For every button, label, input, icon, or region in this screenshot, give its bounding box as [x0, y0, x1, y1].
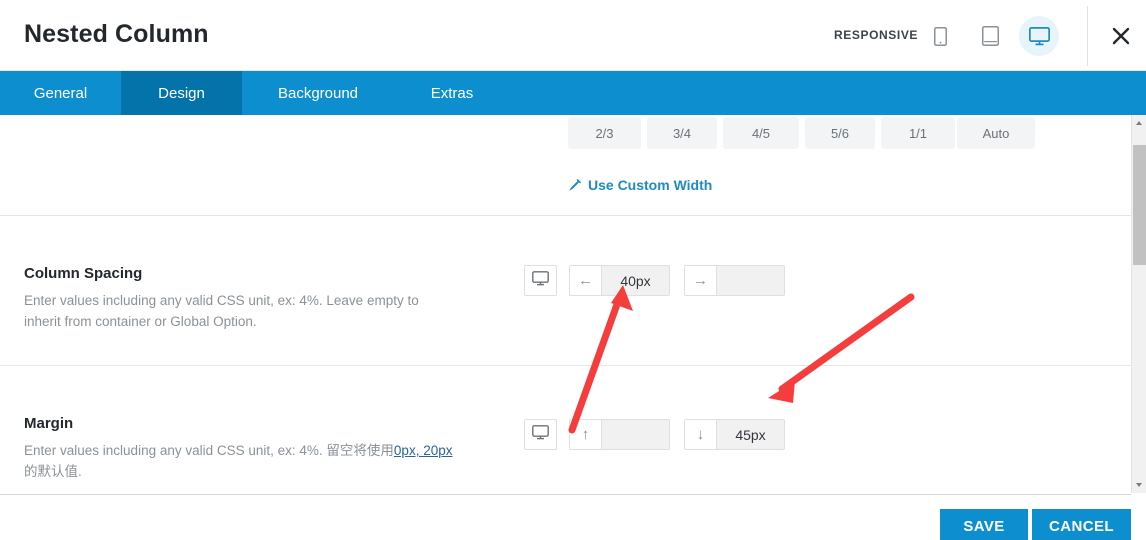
margin-description-text: Enter values including any valid CSS uni… [24, 443, 394, 458]
modal-footer: SAVE CANCEL [0, 494, 1131, 540]
mobile-view-button[interactable] [920, 16, 960, 56]
responsive-label: RESPONSIVE [834, 28, 919, 42]
desktop-icon [1028, 26, 1050, 46]
width-preset-4-5-label: 4/5 [751, 125, 771, 141]
tablet-icon [981, 26, 999, 46]
column-spacing-right-input[interactable] [717, 266, 784, 295]
tab-background-label: Background [277, 84, 359, 102]
arrow-right-icon: → [685, 266, 717, 295]
section-column-spacing: Column Spacing Enter values including an… [0, 215, 1131, 355]
column-spacing-description: Enter values including any valid CSS uni… [24, 293, 419, 329]
width-preset-5-6[interactable]: 5/6 [805, 117, 875, 149]
width-preset-3-4-label: 3/4 [672, 125, 692, 141]
width-preset-1-1-label: 1/1 [908, 125, 928, 141]
modal-header: Nested Column RESPONSIVE [0, 0, 1146, 71]
tab-design-label: Design [158, 84, 205, 102]
column-spacing-left-input[interactable] [602, 266, 669, 295]
mobile-icon [933, 26, 947, 46]
tab-bar: General Design Background Extras [0, 71, 1146, 126]
use-custom-width-link[interactable]: Use Custom Width [568, 177, 712, 193]
scroll-up-arrow-icon[interactable] [1136, 121, 1142, 125]
desktop-icon [532, 424, 549, 445]
tab-extras[interactable]: Extras [394, 71, 510, 115]
desktop-view-button[interactable] [1019, 16, 1059, 56]
width-preset-auto-label: Auto [982, 125, 1010, 141]
margin-default-value-link[interactable]: 0px, 20px [394, 443, 453, 458]
use-custom-width-label: Use Custom Width [588, 177, 713, 193]
scroll-down-arrow-icon[interactable] [1136, 483, 1142, 487]
column-spacing-left-field: ← [569, 265, 670, 296]
save-button[interactable]: SAVE [940, 509, 1028, 540]
tab-design[interactable]: Design [121, 71, 242, 115]
width-preset-1-1[interactable]: 1/1 [881, 117, 955, 149]
desktop-icon [532, 270, 549, 291]
width-preset-3-4[interactable]: 3/4 [647, 117, 717, 149]
tablet-view-button[interactable] [970, 16, 1010, 56]
width-preset-2-3-label: 2/3 [595, 125, 614, 141]
margin-description: Enter values including any valid CSS uni… [24, 440, 454, 482]
pencil-icon [568, 178, 581, 192]
arrow-up-icon: ↑ [570, 420, 602, 449]
column-spacing-label: Column Spacing [24, 265, 143, 282]
page-title: Nested Column [24, 20, 209, 48]
column-spacing-device-toggle[interactable] [524, 265, 557, 296]
margin-top-input[interactable] [602, 420, 669, 449]
header-divider [1087, 6, 1088, 66]
content-scrollbar[interactable] [1131, 115, 1146, 493]
tab-background[interactable]: Background [242, 71, 394, 115]
settings-content: 2/3 3/4 4/5 5/6 1/1 Auto Use Custom Widt… [0, 115, 1131, 493]
margin-top-field: ↑ [569, 419, 670, 450]
margin-device-toggle[interactable] [524, 419, 557, 450]
scrollbar-thumb[interactable] [1133, 145, 1146, 265]
width-preset-5-6-label: 5/6 [830, 125, 850, 141]
margin-bottom-input[interactable] [717, 420, 784, 449]
save-button-label: SAVE [963, 517, 1005, 535]
arrow-down-icon: ↓ [685, 420, 717, 449]
margin-bottom-field: ↓ [684, 419, 785, 450]
close-icon [1111, 26, 1131, 46]
tab-general[interactable]: General [0, 71, 121, 115]
tab-extras-label: Extras [430, 84, 474, 102]
tab-general-label: General [33, 84, 88, 102]
close-button[interactable] [1105, 20, 1137, 52]
arrow-left-icon: ← [570, 266, 602, 295]
margin-description-suffix: 的默认值. [24, 464, 82, 479]
margin-label: Margin [24, 415, 74, 432]
width-preset-2-3[interactable]: 2/3 [568, 117, 641, 149]
cancel-button-label: CANCEL [1049, 517, 1114, 535]
cancel-button[interactable]: CANCEL [1032, 509, 1131, 540]
width-preset-4-5[interactable]: 4/5 [723, 117, 799, 149]
column-spacing-right-field: → [684, 265, 785, 296]
section-margin: Margin Enter values including any valid … [0, 365, 1131, 493]
nested-column-settings-modal: Nested Column RESPONSIVE General Design … [0, 0, 1146, 540]
width-preset-auto[interactable]: Auto [957, 117, 1035, 149]
